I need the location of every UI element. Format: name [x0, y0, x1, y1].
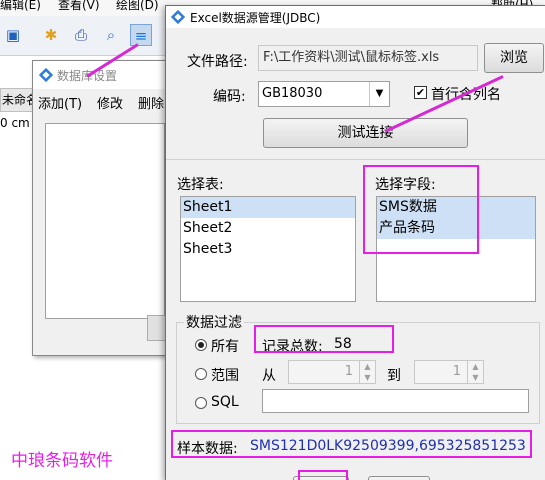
list-item[interactable]: Sheet2 — [181, 218, 355, 239]
excel-datasource-dialog: Excel数据源管理(JDBC) 文件路径: F:\工作资料\测试\鼠标标签.x… — [165, 5, 545, 480]
encoding-value: GB18030 — [262, 86, 323, 101]
to-value: 1 — [452, 364, 461, 379]
filter-all-label: 所有 — [211, 339, 239, 355]
filter-all-radio[interactable] — [195, 339, 207, 351]
print-preview-icon[interactable]: ⌕ — [100, 24, 122, 46]
spinner-arrows-icon[interactable]: ▲ ▼ — [359, 361, 375, 383]
database-list[interactable] — [45, 123, 165, 319]
highlight-box — [363, 165, 479, 254]
from-label: 从 — [262, 368, 276, 384]
test-connection-button[interactable]: 测试连接 — [263, 118, 468, 148]
database-icon[interactable]: ≡ — [130, 24, 152, 46]
highlight-box — [254, 325, 394, 353]
menu-delete[interactable]: 删除 — [138, 93, 164, 112]
filter-range-radio[interactable] — [195, 368, 207, 380]
first-row-checkbox[interactable]: ✔ — [414, 86, 427, 99]
menu-modify[interactable]: 修改 — [97, 93, 123, 112]
list-item[interactable]: Sheet3 — [181, 239, 355, 260]
select-table-label: 选择表: — [177, 177, 224, 193]
cancel-button[interactable] — [368, 476, 430, 480]
list-item[interactable]: Sheet1 — [181, 197, 355, 218]
dialog-titlebar[interactable]: Excel数据源管理(JDBC) — [166, 6, 545, 28]
sql-input[interactable] — [262, 389, 529, 413]
watermark-text: 中琅条码软件 — [11, 451, 113, 471]
highlight-box — [171, 430, 532, 458]
database-settings-window: 数据库设置 添加(T) 修改 删除 — [32, 60, 172, 356]
print-icon[interactable]: ⎙ — [70, 24, 92, 46]
highlight-box — [298, 470, 348, 480]
database-settings-menu: 添加(T) 修改 删除 — [33, 91, 171, 113]
from-value: 1 — [344, 364, 353, 379]
app-logo-icon — [171, 10, 185, 24]
filter-sql-radio[interactable] — [195, 397, 207, 409]
bg-menu-draw[interactable]: 绘图(D) — [116, 0, 159, 13]
divider — [166, 159, 545, 160]
save-icon[interactable]: ▣ — [2, 24, 24, 46]
settings-icon[interactable]: ✱ — [40, 24, 62, 46]
from-spinner[interactable]: 1 ▲ ▼ — [288, 360, 376, 384]
to-label: 到 — [387, 368, 401, 384]
menu-add[interactable]: 添加(T) — [38, 93, 82, 112]
encoding-label: 编码: — [213, 89, 246, 105]
browse-button[interactable]: 浏览 — [484, 43, 544, 73]
table-list[interactable]: Sheet1 Sheet2 Sheet3 — [180, 196, 356, 302]
to-spinner[interactable]: 1 ▲ ▼ — [414, 360, 484, 384]
bg-menu-edit[interactable]: 编辑(E) — [0, 0, 41, 13]
filter-sql-label: SQL — [211, 394, 239, 410]
bg-menu-view[interactable]: 查看(V) — [58, 0, 100, 13]
encoding-select[interactable]: GB18030 ▼ — [258, 81, 390, 107]
filter-range-label: 范围 — [211, 368, 239, 384]
file-path-field[interactable]: F:\工作资料\测试\鼠标标签.xls — [258, 45, 478, 71]
dialog-title: Excel数据源管理(JDBC) — [190, 11, 321, 25]
file-path-label: 文件路径: — [187, 54, 248, 70]
filter-group-label: 数据过滤 — [184, 312, 244, 332]
app-logo-icon — [39, 68, 53, 82]
spinner-arrows-icon[interactable]: ▲ ▼ — [467, 361, 483, 383]
chevron-down-icon[interactable]: ▼ — [369, 82, 389, 106]
